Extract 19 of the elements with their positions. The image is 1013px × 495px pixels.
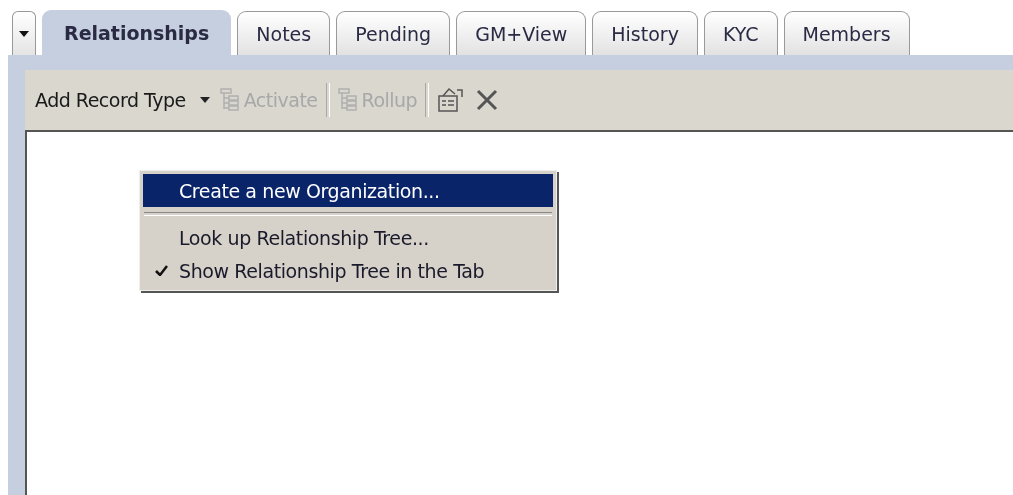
tree-icon [337,88,358,112]
tab[interactable]: KYC [703,11,778,55]
tab[interactable]: History [592,11,698,55]
properties-icon[interactable] [437,86,466,114]
caret-icon [19,30,29,37]
tab[interactable]: Pending [336,11,451,55]
add-record-type-dropdown[interactable]: Add Record Type [33,89,212,111]
tab-list-button[interactable] [12,11,36,55]
check-icon [154,265,168,276]
tab[interactable]: Notes [237,11,331,55]
tree-icon [219,88,240,112]
menu-item[interactable]: Show Relationship Tree in the Tab [143,254,553,287]
tab[interactable]: Members [783,11,910,55]
tab[interactable]: GM+View [456,11,587,55]
close-icon[interactable] [475,88,500,112]
menu-item[interactable]: Look up Relationship Tree... [143,221,553,254]
menu-item[interactable]: Create a new Organization... [143,174,553,207]
caret-icon [199,97,210,103]
tab[interactable]: Relationships [42,10,232,55]
